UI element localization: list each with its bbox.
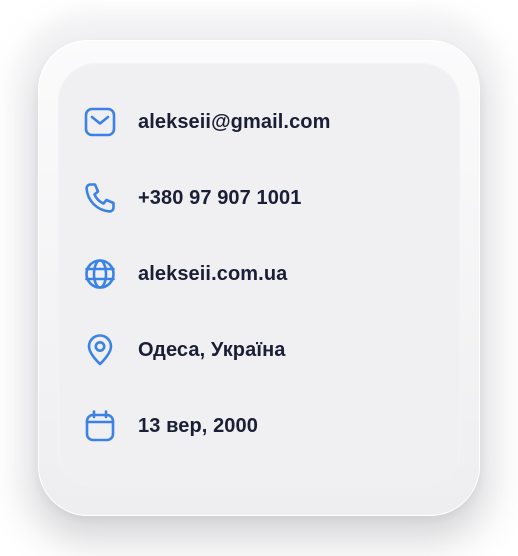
birthdate-value: 13 вер, 2000 — [138, 414, 258, 437]
contact-card-stage: alekseii@gmail.com +380 97 907 1001 alek… — [0, 0, 518, 556]
contact-row-email[interactable]: alekseii@gmail.com — [82, 100, 442, 144]
location-pin-icon — [82, 332, 118, 368]
contact-row-location[interactable]: Одеса, Україна — [82, 328, 442, 372]
email-value: alekseii@gmail.com — [138, 110, 331, 133]
phone-icon — [82, 180, 118, 216]
phone-value: +380 97 907 1001 — [138, 186, 302, 209]
calendar-icon — [82, 408, 118, 444]
contact-list: alekseii@gmail.com +380 97 907 1001 alek… — [82, 100, 442, 480]
website-value: alekseii.com.ua — [138, 262, 288, 285]
contact-row-birthdate[interactable]: 13 вер, 2000 — [82, 404, 442, 448]
location-value: Одеса, Україна — [138, 338, 286, 361]
contact-row-website[interactable]: alekseii.com.ua — [82, 252, 442, 296]
mail-icon — [82, 104, 118, 140]
contact-row-phone[interactable]: +380 97 907 1001 — [82, 176, 442, 220]
globe-icon — [82, 256, 118, 292]
